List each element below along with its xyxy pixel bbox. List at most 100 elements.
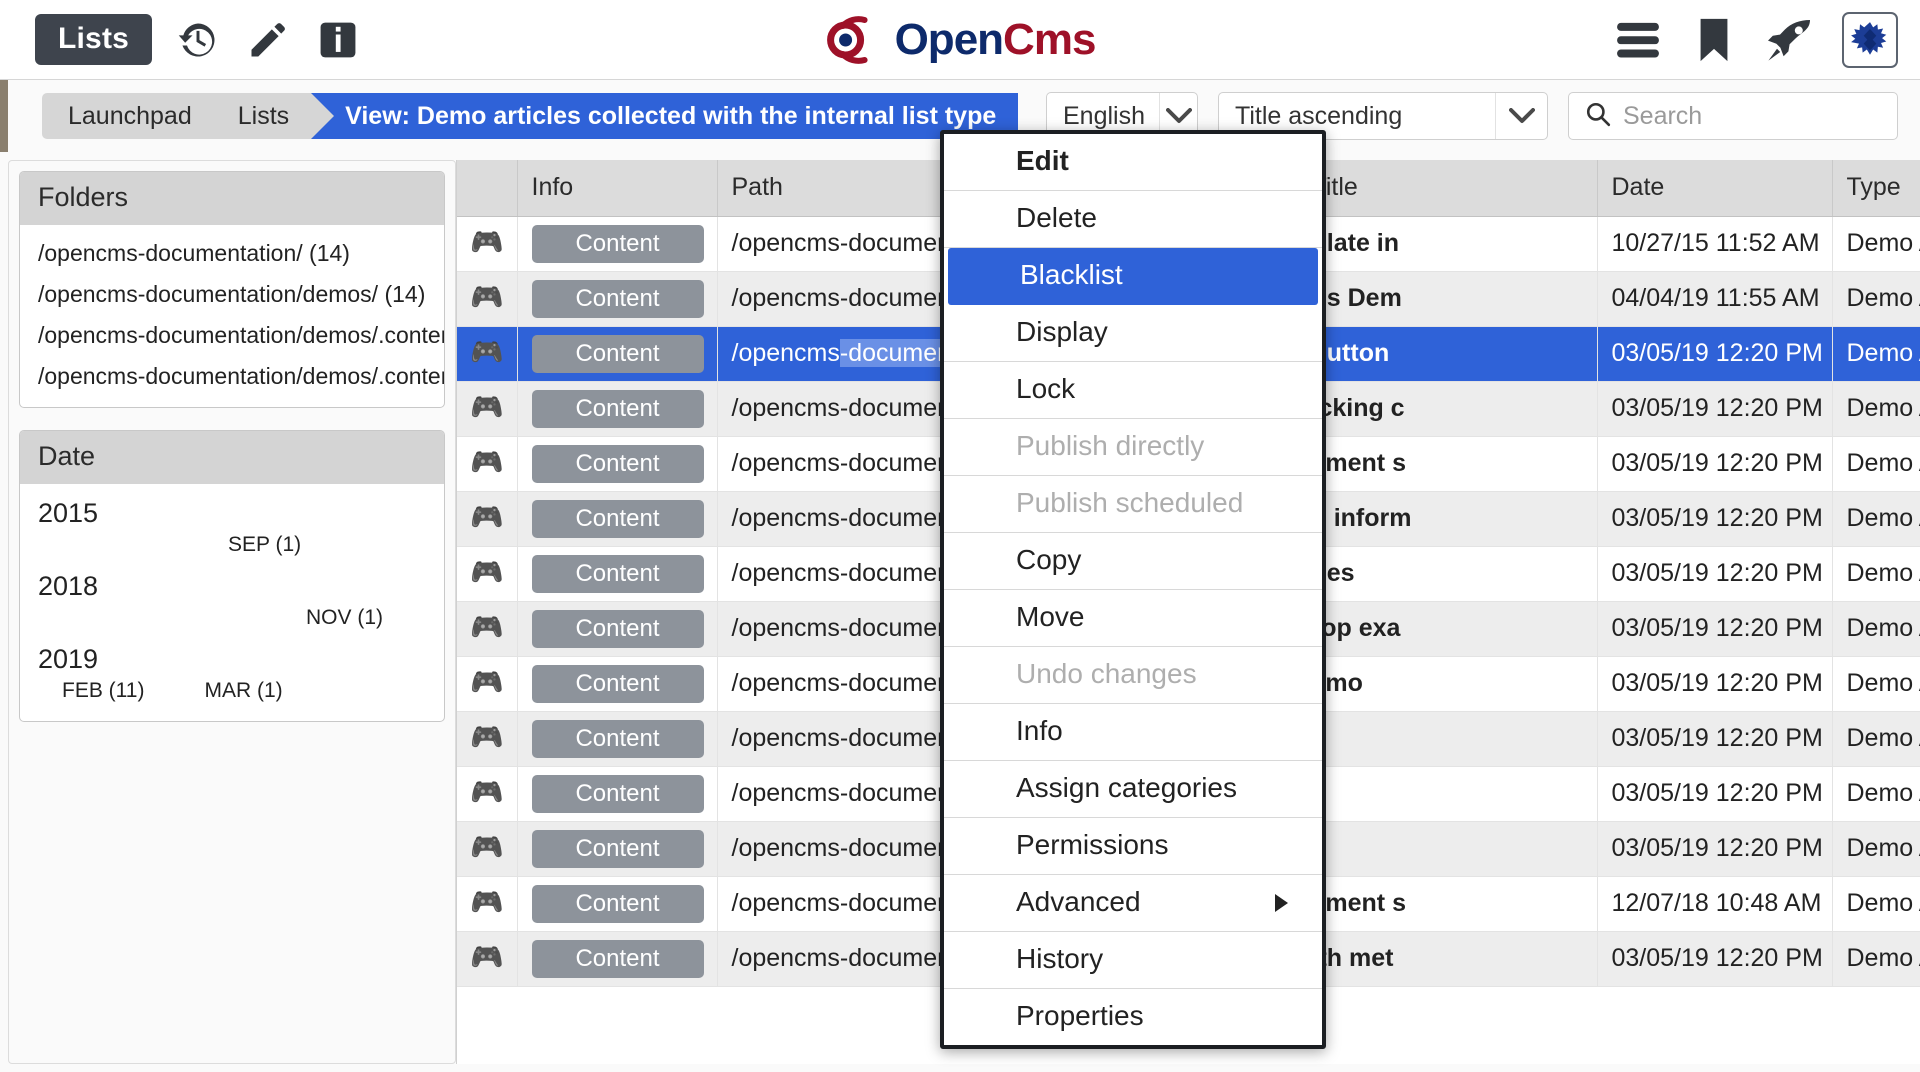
column-header-title[interactable]: Title bbox=[1297, 160, 1598, 217]
cell-type: Demo Article bbox=[1832, 601, 1920, 657]
cell-title: gs Dem bbox=[1297, 271, 1598, 327]
cell-info[interactable]: Content bbox=[517, 876, 718, 932]
gamepad-icon: 🎮 bbox=[469, 832, 504, 862]
content-badge[interactable]: Content bbox=[531, 664, 704, 703]
cell-info[interactable]: Content bbox=[517, 546, 718, 602]
cell-info[interactable]: Content bbox=[517, 766, 718, 822]
cell-info[interactable]: Content bbox=[517, 711, 718, 767]
cell-type: Demo Article bbox=[1832, 876, 1920, 932]
logo-wordmark: OpenCms bbox=[895, 17, 1097, 62]
cell-info[interactable]: Content bbox=[517, 381, 718, 437]
cell-info[interactable]: Content bbox=[517, 491, 718, 547]
breadcrumb-item-launchpad[interactable]: Launchpad bbox=[42, 93, 237, 139]
cell-title: n inform bbox=[1297, 491, 1598, 547]
context-menu-item-blacklist[interactable]: Blacklist bbox=[948, 248, 1318, 305]
column-header-type[interactable]: Type bbox=[1832, 160, 1920, 217]
context-menu-item-properties[interactable]: Properties bbox=[944, 989, 1322, 1045]
content-badge[interactable]: Content bbox=[531, 884, 704, 923]
context-menu-item-delete[interactable]: Delete bbox=[944, 191, 1322, 248]
hamburger-menu-icon[interactable] bbox=[1614, 16, 1662, 64]
content-badge[interactable]: Content bbox=[531, 389, 704, 428]
date-month-item[interactable]: MAR (1) bbox=[204, 679, 282, 703]
content-badge[interactable]: Content bbox=[531, 444, 704, 483]
gamepad-icon: 🎮 bbox=[457, 491, 518, 547]
gamepad-icon: 🎮 bbox=[457, 436, 518, 492]
opencms-app-window: Lists OpenCms Launchpad Lists View: Demo… bbox=[0, 0, 1920, 1072]
cell-date: 03/05/19 12:20 PM bbox=[1597, 436, 1833, 492]
gamepad-icon: 🎮 bbox=[469, 612, 504, 642]
content-badge[interactable]: Content bbox=[531, 719, 704, 758]
context-menu-item-publish-scheduled: Publish scheduled bbox=[944, 476, 1322, 533]
content-badge[interactable]: Content bbox=[531, 554, 704, 593]
gamepad-icon: 🎮 bbox=[469, 887, 504, 917]
cell-info[interactable]: Content bbox=[517, 821, 718, 877]
cell-info[interactable]: Content bbox=[517, 436, 718, 492]
cell-info[interactable]: Content bbox=[517, 601, 718, 657]
context-menu-item-move[interactable]: Move bbox=[944, 590, 1322, 647]
cell-title: rop exa bbox=[1297, 601, 1598, 657]
cell-info[interactable]: Content bbox=[517, 656, 718, 712]
context-menu-item-copy[interactable]: Copy bbox=[944, 533, 1322, 590]
content-badge[interactable]: Content bbox=[531, 279, 704, 318]
date-panel: Date 2015 SEP (1) 2018 NOV (1) 2019 FEB … bbox=[19, 430, 445, 722]
context-menu-item-history[interactable]: History bbox=[944, 932, 1322, 989]
content-badge[interactable]: Content bbox=[531, 939, 704, 978]
cell-date: 03/05/19 12:20 PM bbox=[1597, 711, 1833, 767]
cell-type: Demo Article bbox=[1832, 931, 1920, 987]
context-menu-item-advanced[interactable]: Advanced bbox=[944, 875, 1322, 932]
content-badge[interactable]: Content bbox=[531, 829, 704, 868]
folder-item[interactable]: /opencms-documentation/demos/ (14) bbox=[20, 274, 444, 315]
history-icon[interactable] bbox=[174, 16, 222, 64]
content-badge[interactable]: Content bbox=[531, 499, 704, 538]
gamepad-icon: 🎮 bbox=[457, 656, 518, 712]
date-month-item[interactable]: SEP (1) bbox=[228, 533, 301, 557]
lists-button[interactable]: Lists bbox=[35, 13, 153, 66]
gamepad-icon: 🎮 bbox=[457, 766, 518, 822]
pencil-icon[interactable] bbox=[244, 16, 292, 64]
cell-title: emo bbox=[1297, 656, 1598, 712]
column-header-icon[interactable] bbox=[457, 160, 518, 217]
column-header-info[interactable]: Info bbox=[517, 160, 718, 217]
cell-title bbox=[1297, 711, 1598, 767]
cell-info[interactable]: Content bbox=[517, 216, 718, 272]
bookmark-icon[interactable] bbox=[1690, 16, 1738, 64]
date-month-item[interactable]: NOV (1) bbox=[306, 606, 383, 630]
date-month-item[interactable]: FEB (11) bbox=[62, 679, 144, 703]
folder-item[interactable]: /opencms-documentation/demos/.content/ (… bbox=[20, 315, 444, 356]
breadcrumb: Launchpad Lists View: Demo articles coll… bbox=[42, 93, 1019, 139]
content-badge[interactable]: Content bbox=[531, 224, 704, 263]
folder-item[interactable]: /opencms-documentation/ (14) bbox=[20, 233, 444, 274]
cell-type: Demo Article bbox=[1832, 546, 1920, 602]
folder-item[interactable]: /opencms-documentation/demos/.content/do… bbox=[20, 356, 444, 397]
user-avatar-icon[interactable] bbox=[1842, 11, 1898, 68]
search-input[interactable] bbox=[1623, 101, 1881, 131]
context-menu-item-assign-categories[interactable]: Assign categories bbox=[944, 761, 1322, 818]
cell-info[interactable]: Content bbox=[517, 326, 718, 382]
date-month-row: NOV (1) bbox=[20, 604, 444, 638]
opencms-logo-mark bbox=[827, 15, 868, 64]
cell-type: Demo Article bbox=[1832, 766, 1920, 822]
opencms-logo[interactable]: OpenCms bbox=[825, 12, 1096, 68]
cell-info[interactable]: Content bbox=[517, 931, 718, 987]
context-menu-item-lock[interactable]: Lock bbox=[944, 362, 1322, 419]
search-box[interactable] bbox=[1568, 92, 1898, 140]
language-select-value: English bbox=[1063, 101, 1145, 130]
rocket-icon[interactable] bbox=[1766, 16, 1814, 64]
cell-type: Demo Article bbox=[1832, 436, 1920, 492]
content-badge[interactable]: Content bbox=[531, 334, 704, 373]
content-badge[interactable]: Content bbox=[531, 774, 704, 813]
gamepad-icon: 🎮 bbox=[469, 667, 504, 697]
breadcrumb-item-view[interactable]: View: Demo articles collected with the i… bbox=[311, 93, 1019, 139]
context-menu-item-edit[interactable]: Edit bbox=[944, 134, 1322, 191]
context-menu-item-permissions[interactable]: Permissions bbox=[944, 818, 1322, 875]
cell-info[interactable]: Content bbox=[517, 271, 718, 327]
context-menu-item-undo-changes: Undo changes bbox=[944, 647, 1322, 704]
content-badge[interactable]: Content bbox=[531, 609, 704, 648]
cell-title: des bbox=[1297, 546, 1598, 602]
context-menu-item-info[interactable]: Info bbox=[944, 704, 1322, 761]
cell-title: icking c bbox=[1297, 381, 1598, 437]
info-icon[interactable] bbox=[314, 16, 362, 64]
context-menu-item-display[interactable]: Display bbox=[944, 305, 1322, 362]
column-header-date[interactable]: Date bbox=[1597, 160, 1833, 217]
cell-type: Demo Article bbox=[1832, 656, 1920, 712]
